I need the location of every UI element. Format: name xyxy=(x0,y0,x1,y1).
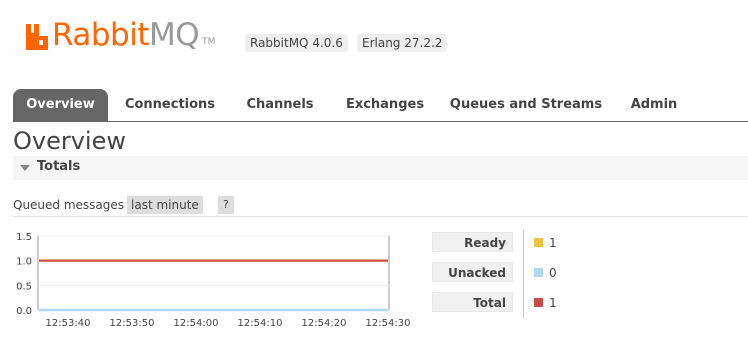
chart-x-tick-label: 12:54:30 xyxy=(366,318,411,329)
legend-value-unacked: 0 xyxy=(549,266,557,280)
tab-channels[interactable]: Channels xyxy=(235,89,325,121)
chart-y-tick-label: 1.5 xyxy=(16,232,32,243)
legend-value-total: 1 xyxy=(549,296,557,310)
queued-messages-row: Queued messages last minute ? xyxy=(13,196,748,217)
chart-plot-area xyxy=(37,235,390,311)
legend-label-ready: Ready xyxy=(432,232,513,252)
tab-connections[interactable]: Connections xyxy=(116,89,224,121)
tab-exchanges[interactable]: Exchanges xyxy=(335,89,435,121)
queued-messages-label: Queued messages xyxy=(13,198,125,212)
chart-x-tick-label: 12:53:50 xyxy=(110,318,155,329)
page-title: Overview xyxy=(13,127,126,155)
rabbitmq-version-badge: RabbitMQ 4.0.6 xyxy=(245,34,348,52)
chart-legend: Ready Unacked Total 1 0 1 xyxy=(432,230,748,322)
erlang-version-badge: Erlang 27.2.2 xyxy=(357,34,448,52)
tab-queues-and-streams[interactable]: Queues and Streams xyxy=(445,89,607,121)
chart-x-tick-label: 12:54:20 xyxy=(302,318,347,329)
totals-section-toggle[interactable]: Totals xyxy=(13,156,748,181)
legend-label-total: Total xyxy=(432,292,513,312)
rabbitmq-logo[interactable]: RabbitMQ TM xyxy=(24,15,215,51)
section-title: Totals xyxy=(37,159,81,174)
collapse-triangle-icon xyxy=(20,165,30,171)
chart-y-tick-label: 0.5 xyxy=(16,281,32,292)
legend-swatch-ready xyxy=(534,238,543,247)
main-nav-tabs: Overview Connections Channels Exchanges … xyxy=(13,89,748,122)
chart-y-tick-label: 0.0 xyxy=(16,306,32,317)
tab-overview[interactable]: Overview xyxy=(13,89,108,121)
header: RabbitMQ TM RabbitMQ 4.0.6 Erlang 27.2.2 xyxy=(0,0,748,70)
chart-x-tick-label: 12:54:00 xyxy=(174,318,219,329)
legend-swatch-unacked xyxy=(534,268,543,277)
logo-wordmark: RabbitMQ xyxy=(52,17,200,53)
rabbit-logo-icon xyxy=(26,24,48,50)
help-button[interactable]: ? xyxy=(218,196,234,214)
queued-messages-chart: 1.5 1.0 0.5 0.0 12:53:40 12:53:50 12:54:00 12:5… xyxy=(16,232,411,329)
chart-x-tick-label: 12:54:10 xyxy=(238,318,283,329)
legend-value-ready: 1 xyxy=(549,236,557,250)
chart-x-tick-label: 12:53:40 xyxy=(46,318,91,329)
tab-admin[interactable]: Admin xyxy=(619,89,689,121)
chart-y-tick-label: 1.0 xyxy=(16,257,32,268)
legend-divider xyxy=(523,230,524,318)
legend-label-unacked: Unacked xyxy=(432,262,513,282)
logo-trademark: TM xyxy=(202,37,216,47)
period-selector[interactable]: last minute xyxy=(127,196,203,214)
legend-swatch-total xyxy=(534,298,543,307)
